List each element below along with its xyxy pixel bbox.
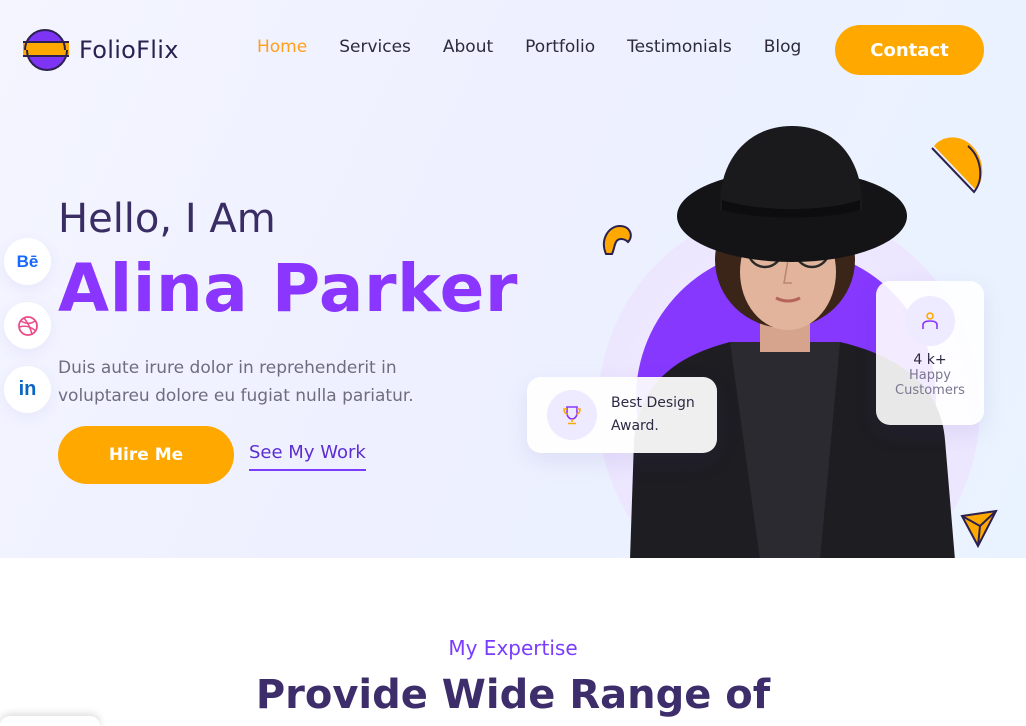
hero-name: Alina Parker bbox=[58, 250, 518, 327]
customers-card: 4 k+ Happy Customers bbox=[876, 281, 984, 425]
contact-button[interactable]: Contact bbox=[835, 25, 984, 75]
logo-icon bbox=[23, 28, 69, 72]
hero-greeting: Hello, I Am bbox=[58, 196, 276, 242]
customers-label-1: Happy bbox=[909, 368, 951, 383]
nav-item-services[interactable]: Services bbox=[339, 37, 411, 57]
award-line-1: Best Design bbox=[611, 395, 695, 411]
brand-logo[interactable]: FolioFlix bbox=[23, 28, 179, 72]
behance-icon: Bē bbox=[16, 251, 39, 271]
nav-item-blog[interactable]: Blog bbox=[764, 37, 802, 57]
customers-count: 4 k+ bbox=[913, 352, 947, 368]
award-card: Best Design Award. bbox=[527, 377, 717, 453]
nav-item-portfolio[interactable]: Portfolio bbox=[525, 37, 595, 57]
semicircle-decoration-icon bbox=[931, 137, 983, 194]
hero-description: Duis aute irure dolor in reprehenderit i… bbox=[58, 358, 414, 406]
see-my-work-link[interactable]: See My Work bbox=[249, 442, 366, 471]
brand-name: FolioFlix bbox=[79, 36, 179, 64]
award-line-2: Award. bbox=[611, 418, 659, 434]
nav-item-about[interactable]: About bbox=[443, 37, 493, 57]
hire-me-button[interactable]: Hire Me bbox=[58, 426, 234, 484]
hero-section: FolioFlix Home Services About Portfolio … bbox=[0, 0, 1026, 558]
swirl-decoration-icon bbox=[602, 224, 632, 255]
expertise-subtitle: My Expertise bbox=[448, 636, 578, 660]
dribbble-icon bbox=[17, 315, 38, 336]
linkedin-link[interactable]: in bbox=[4, 366, 51, 413]
floating-widget[interactable] bbox=[0, 716, 100, 726]
trophy-icon bbox=[547, 390, 597, 440]
user-icon bbox=[905, 296, 955, 346]
expertise-title: Provide Wide Range of bbox=[255, 672, 771, 718]
nav-item-testimonials[interactable]: Testimonials bbox=[627, 37, 732, 57]
dribbble-link[interactable] bbox=[4, 302, 51, 349]
paper-plane-decoration-icon bbox=[960, 509, 998, 549]
behance-link[interactable]: Bē bbox=[4, 238, 51, 285]
main-nav: Home Services About Portfolio Testimonia… bbox=[257, 37, 833, 57]
nav-item-home[interactable]: Home bbox=[257, 37, 307, 57]
linkedin-icon: in bbox=[18, 378, 37, 400]
customers-label-2: Customers bbox=[895, 383, 965, 398]
